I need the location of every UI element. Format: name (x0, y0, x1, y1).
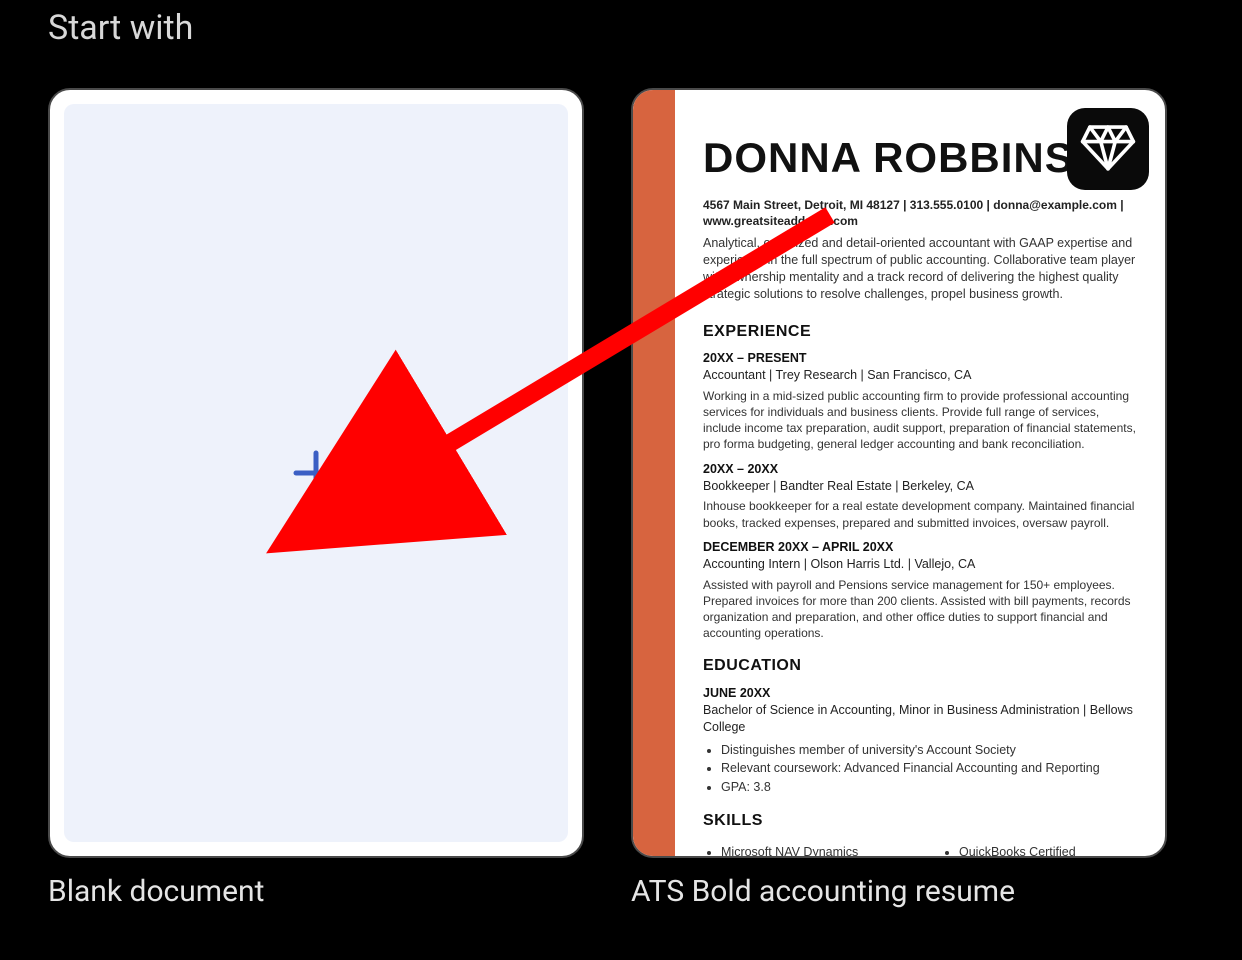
job-desc: Inhouse bookkeeper for a real estate dev… (703, 498, 1139, 530)
blank-document-card[interactable] (48, 88, 584, 858)
resume-contact-line: 4567 Main Street, Detroit, MI 48127 | 31… (703, 197, 1139, 229)
blank-document-card-wrap: Blank document (48, 88, 584, 909)
section-title: Start with (0, 0, 1242, 48)
template-cards-row: Blank document DONNA ROBBINS 4567 Main S… (0, 48, 1242, 909)
resume-template-label: ATS Bold accounting resume (631, 874, 1167, 909)
resume-template-card-wrap: DONNA ROBBINS 4567 Main Street, Detroit,… (631, 88, 1167, 909)
skills-columns: Microsoft NAV Dynamics Cashflow planning… (703, 840, 1139, 858)
skills-left: Microsoft NAV Dynamics Cashflow planning… (703, 844, 901, 858)
skills-right: QuickBooks Certified Exceptional communi… (941, 844, 1139, 858)
education-bullets: Distinguishes member of university's Acc… (703, 742, 1139, 797)
list-item: Microsoft NAV Dynamics (721, 844, 901, 858)
resume-summary: Analytical, organized and detail-oriente… (703, 235, 1139, 303)
premium-badge (1067, 108, 1149, 190)
plus-icon (292, 449, 340, 497)
education-dates: JUNE 20XX (703, 685, 1139, 702)
job-desc: Assisted with payroll and Pensions servi… (703, 577, 1139, 642)
job-desc: Working in a mid-sized public accounting… (703, 388, 1139, 453)
job-title: Accounting Intern | Olson Harris Ltd. | … (703, 556, 1139, 573)
list-item: QuickBooks Certified (959, 844, 1139, 858)
education-line: Bachelor of Science in Accounting, Minor… (703, 702, 1139, 736)
job-dates: 20XX – 20XX (703, 461, 1139, 478)
experience-heading: EXPERIENCE (703, 321, 1139, 343)
resume-template-card[interactable]: DONNA ROBBINS 4567 Main Street, Detroit,… (631, 88, 1167, 858)
resume-accent-stripe (633, 90, 675, 856)
education-heading: EDUCATION (703, 655, 1139, 677)
resume-preview-body: DONNA ROBBINS 4567 Main Street, Detroit,… (675, 90, 1165, 856)
job-dates: DECEMBER 20XX – APRIL 20XX (703, 539, 1139, 556)
job-title: Bookkeeper | Bandter Real Estate | Berke… (703, 478, 1139, 495)
blank-document-preview (64, 104, 568, 842)
skills-heading: SKILLS (703, 810, 1139, 832)
job-title: Accountant | Trey Research | San Francis… (703, 367, 1139, 384)
diamond-icon (1079, 118, 1137, 180)
job-dates: 20XX – PRESENT (703, 350, 1139, 367)
list-item: GPA: 3.8 (721, 779, 1139, 796)
blank-document-label: Blank document (48, 874, 584, 909)
list-item: Distinguishes member of university's Acc… (721, 742, 1139, 759)
list-item: Relevant coursework: Advanced Financial … (721, 760, 1139, 777)
